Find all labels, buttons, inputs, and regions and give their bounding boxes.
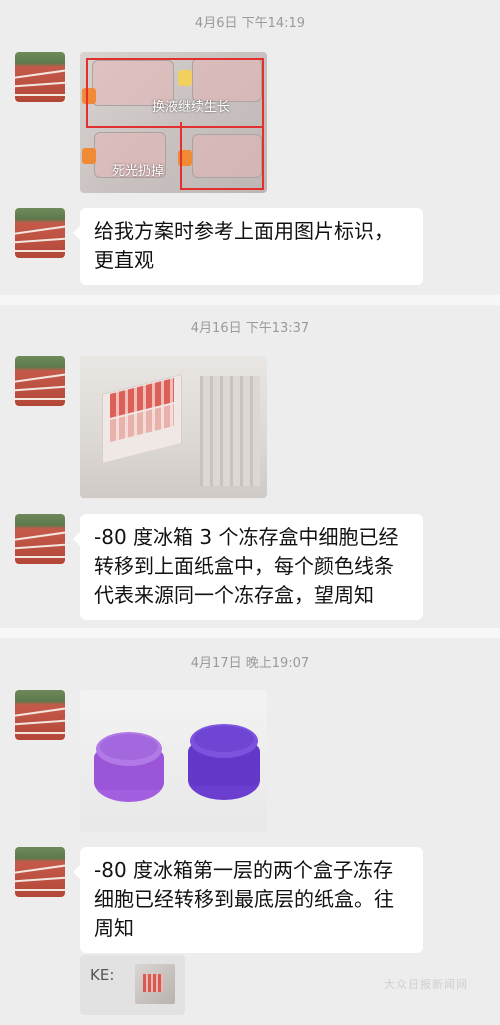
keep-growing-label: 换液继续生长 — [152, 100, 231, 115]
sender-avatar[interactable] — [15, 847, 65, 897]
message-text: 给我方案时参考上面用图片标识，更直观 — [94, 219, 394, 272]
section-divider — [0, 628, 500, 638]
message-bubble[interactable]: -80 度冰箱 3 个冻存盒中细胞已经转移到上面纸盒中，每个颜色线条代表来源同一… — [73, 514, 423, 620]
sender-avatar[interactable] — [15, 52, 65, 102]
discard-label: 死光扔掉 — [112, 164, 165, 179]
watermark-text: 大众日报新闻网 — [384, 978, 468, 991]
section-divider — [0, 295, 500, 305]
sender-avatar[interactable] — [15, 208, 65, 258]
quote-thumbnail[interactable] — [135, 964, 175, 1004]
quoted-message[interactable]: KE: — [80, 955, 185, 1015]
message-bubble[interactable]: -80 度冰箱第一层的两个盒子冻存细胞已经转移到最底层的纸盒。往周知 — [73, 847, 423, 953]
quote-sender-label: KE: — [90, 966, 115, 984]
sender-avatar[interactable] — [15, 356, 65, 406]
purple-boxes-photo[interactable] — [80, 690, 267, 832]
freezer-box-photo[interactable] — [80, 356, 267, 498]
sender-avatar[interactable] — [15, 514, 65, 564]
flask-photo[interactable]: 换液继续生长 死光扔掉 — [80, 52, 267, 193]
message-text: -80 度冰箱第一层的两个盒子冻存细胞已经转移到最底层的纸盒。往周知 — [94, 858, 394, 940]
sender-avatar[interactable] — [15, 690, 65, 740]
message-timestamp: 4月6日 下午14:19 — [194, 16, 306, 31]
message-timestamp: 4月17日 晚上19:07 — [190, 656, 310, 671]
chat-section-1: 4月6日 下午14:19 换液继续生长 死光扔掉 给我方案时参考上面用图片标识，… — [0, 0, 500, 290]
message-bubble[interactable]: 给我方案时参考上面用图片标识，更直观 — [73, 208, 423, 285]
message-timestamp: 4月16日 下午13:37 — [190, 321, 310, 336]
message-text: -80 度冰箱 3 个冻存盒中细胞已经转移到上面纸盒中，每个颜色线条代表来源同一… — [94, 525, 399, 607]
